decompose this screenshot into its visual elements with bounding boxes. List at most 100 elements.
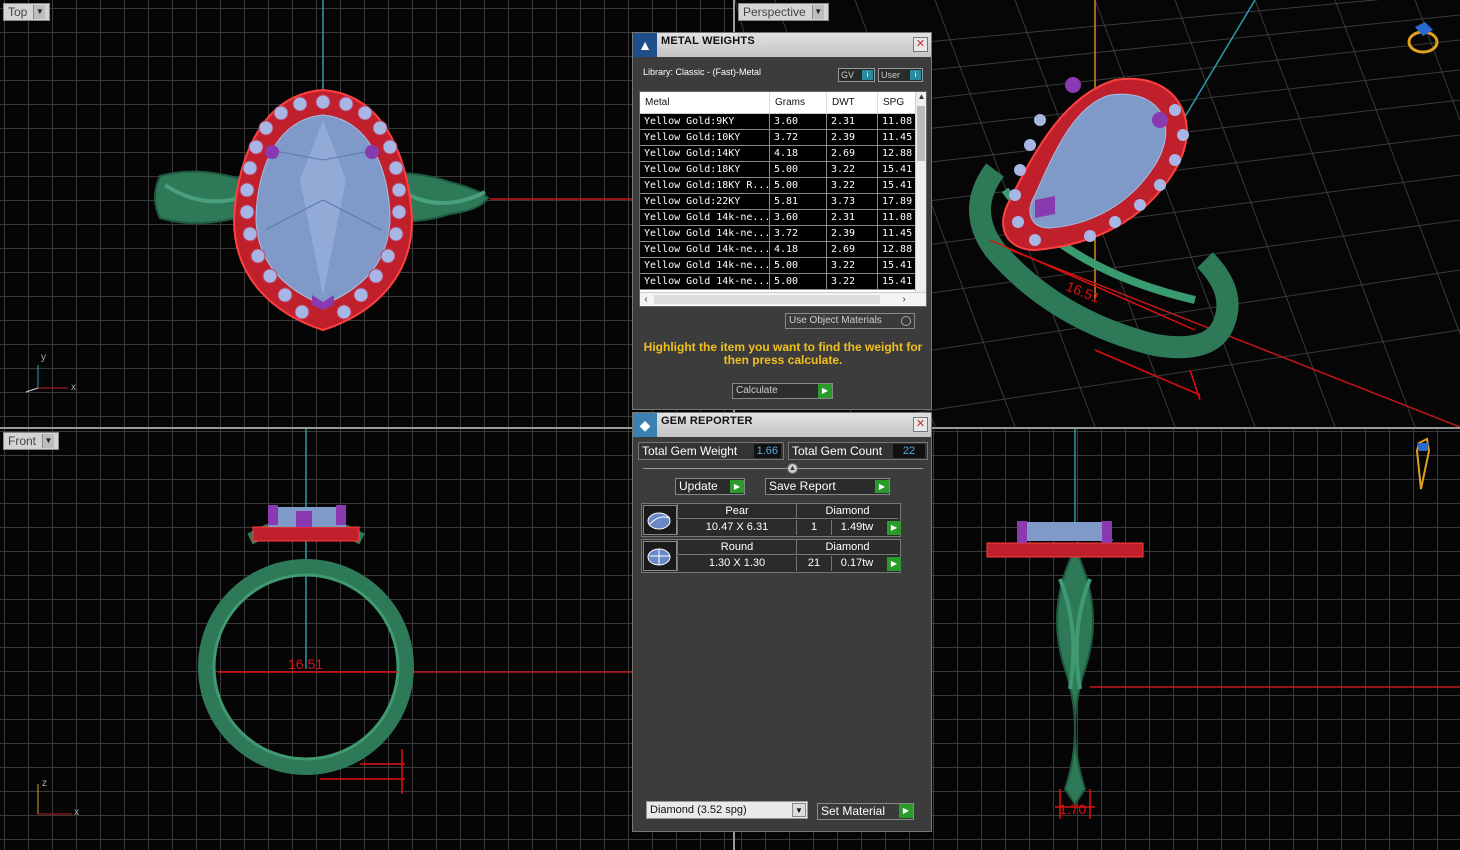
metal-dwt: 3.22 — [827, 178, 878, 193]
gem-row-round[interactable]: Round Diamond 1.30 X 1.30 21 0.17tw ▶ — [641, 539, 901, 573]
gem-shape: Pear — [677, 504, 796, 519]
viewport-title: Perspective — [743, 5, 806, 19]
gem-reporter-titlebar[interactable]: ◆ GEM REPORTER ✕ — [633, 413, 931, 437]
user-toggle[interactable]: User i — [878, 68, 923, 82]
top-viewport[interactable]: Top ▼ y x — [0, 0, 733, 427]
collapse-splitter[interactable]: ▲ — [643, 463, 923, 474]
metal-name: Yellow Gold:22KY — [640, 194, 770, 209]
column-header-metal[interactable]: Metal — [640, 92, 770, 113]
table-row[interactable]: Yellow Gold 14k-ne... 3.60 2.31 11.08 — [640, 210, 926, 226]
save-report-button[interactable]: Save Report ▶ — [765, 478, 890, 495]
metal-dwt: 2.69 — [827, 242, 878, 257]
gem-list: Pear Diamond 10.47 X 6.31 1 1.49tw ▶ Rou… — [641, 503, 901, 575]
calculate-button[interactable]: Calculate ▶ — [732, 383, 833, 399]
axis-label-y: y — [41, 352, 46, 363]
column-header-spg[interactable]: SPG — [878, 92, 918, 113]
play-icon: ▶ — [899, 804, 913, 818]
table-row[interactable]: Yellow Gold:18KY 5.00 3.22 15.41 — [640, 162, 926, 178]
set-material-label: Set Material — [821, 804, 886, 818]
set-material-button[interactable]: Set Material ▶ — [817, 803, 914, 820]
metal-grams: 4.18 — [770, 242, 827, 257]
table-row[interactable]: Yellow Gold 14k-ne... 3.72 2.39 11.45 — [640, 226, 926, 242]
metal-grams: 3.72 — [770, 226, 827, 241]
scroll-left-icon[interactable]: ‹ — [640, 293, 652, 306]
metal-spg: 11.08 — [878, 210, 918, 225]
dropdown-arrow-icon[interactable]: ▼ — [42, 434, 55, 448]
metal-spg: 11.08 — [878, 114, 918, 129]
dropdown-arrow-icon[interactable]: ▼ — [811, 5, 824, 19]
column-header-grams[interactable]: Grams — [770, 92, 827, 113]
table-row[interactable]: Yellow Gold 14k-ne... 4.18 2.69 12.88 — [640, 242, 926, 258]
scrollbar-thumb[interactable] — [654, 295, 880, 304]
table-row[interactable]: Yellow Gold:14KY 4.18 2.69 12.88 — [640, 146, 926, 162]
table-row[interactable]: Yellow Gold:9KY 3.60 2.31 11.08 — [640, 114, 926, 130]
gv-toggle-label: GV — [841, 70, 855, 80]
scroll-right-icon[interactable]: › — [898, 293, 910, 306]
metal-name: Yellow Gold:9KY — [640, 114, 770, 129]
viewport-label-front[interactable]: Front ▼ — [3, 432, 60, 450]
viewport-label-perspective[interactable]: Perspective ▼ — [738, 3, 829, 21]
chevron-down-icon[interactable]: ▼ — [792, 803, 806, 817]
play-icon: ▶ — [875, 480, 889, 493]
table-row[interactable]: Yellow Gold:22KY 5.81 3.73 17.89 — [640, 194, 926, 210]
front-viewport[interactable]: 16.51 Front ▼ z x — [0, 429, 733, 850]
table-row[interactable]: Yellow Gold:18KY R... 5.00 3.22 15.41 — [640, 178, 926, 194]
table-row[interactable]: Yellow Gold:10KY 3.72 2.39 11.45 — [640, 130, 926, 146]
gv-toggle[interactable]: GV i — [838, 68, 875, 82]
horizontal-scrollbar[interactable]: ‹ › — [640, 292, 926, 306]
dropdown-arrow-icon[interactable]: ▼ — [33, 5, 46, 19]
vertical-scrollbar[interactable]: ▲ — [915, 92, 926, 292]
metal-spg: 12.88 — [878, 242, 918, 257]
gem-material: Diamond — [796, 504, 898, 519]
metal-name: Yellow Gold 14k-ne... — [640, 210, 770, 225]
table-row[interactable]: Yellow Gold 14k-ne... 5.00 3.22 15.41 — [640, 274, 926, 290]
metal-spg: 15.41 — [878, 274, 918, 289]
close-icon[interactable]: ✕ — [913, 37, 928, 52]
close-icon[interactable]: ✕ — [913, 417, 928, 432]
metal-dwt: 2.31 — [827, 114, 878, 129]
gem-size: 1.30 X 1.30 — [677, 556, 796, 571]
update-button[interactable]: Update ▶ — [675, 478, 745, 495]
metal-name: Yellow Gold:18KY — [640, 162, 770, 177]
total-gem-weight: Total Gem Weight 1.66 — [638, 442, 784, 460]
table-row[interactable]: Yellow Gold 14k-ne... 5.00 3.22 15.41 — [640, 258, 926, 274]
play-icon: ▶ — [818, 384, 832, 398]
material-select-value: Diamond (3.52 spg) — [650, 804, 747, 816]
gem-row-pear[interactable]: Pear Diamond 10.47 X 6.31 1 1.49tw ▶ — [641, 503, 901, 537]
metal-grams: 5.81 — [770, 194, 827, 209]
use-object-materials-option[interactable]: Use Object Materials — [785, 313, 915, 329]
column-header-dwt[interactable]: DWT — [827, 92, 878, 113]
collapse-icon[interactable]: ▲ — [787, 463, 798, 474]
metal-name: Yellow Gold 14k-ne... — [640, 258, 770, 273]
metal-dwt: 2.69 — [827, 146, 878, 161]
panel-title: GEM REPORTER — [661, 415, 753, 427]
select-gem-icon[interactable]: ▶ — [887, 521, 901, 535]
scroll-up-icon[interactable]: ▲ — [916, 92, 926, 104]
metal-dwt: 3.22 — [827, 162, 878, 177]
metal-weights-titlebar[interactable]: ▲ METAL WEIGHTS ✕ — [633, 33, 931, 57]
metal-spg: 15.41 — [878, 178, 918, 193]
metal-weights-icon: ▲ — [633, 33, 657, 57]
viewcube-icon[interactable] — [1407, 22, 1439, 54]
metal-spg: 12.88 — [878, 146, 918, 161]
metal-dwt: 3.22 — [827, 258, 878, 273]
metal-grams: 3.60 — [770, 210, 827, 225]
metal-dwt: 3.73 — [827, 194, 878, 209]
material-select[interactable]: Diamond (3.52 spg) ▼ — [646, 801, 808, 819]
viewcube-icon[interactable] — [1415, 437, 1431, 490]
total-gem-weight-value: 1.66 — [753, 444, 781, 458]
gem-reporter-panel: ◆ GEM REPORTER ✕ Total Gem Weight 1.66 T… — [632, 412, 932, 832]
metal-spg: 11.45 — [878, 130, 918, 145]
gem-shape: Round — [677, 540, 796, 555]
radio-icon[interactable] — [901, 316, 911, 326]
scrollbar-thumb[interactable] — [917, 106, 925, 161]
metal-dwt: 3.22 — [827, 274, 878, 289]
metal-grams: 5.00 — [770, 258, 827, 273]
axis-label-x: x — [74, 807, 79, 818]
calculate-hint: Highlight the item you want to find the … — [643, 340, 923, 367]
viewport-label-top[interactable]: Top ▼ — [3, 3, 51, 21]
gem-weight: 1.49tw — [831, 520, 882, 535]
select-gem-icon[interactable]: ▶ — [887, 557, 901, 571]
viewport-title: Top — [8, 5, 28, 19]
metal-grams: 5.00 — [770, 162, 827, 177]
